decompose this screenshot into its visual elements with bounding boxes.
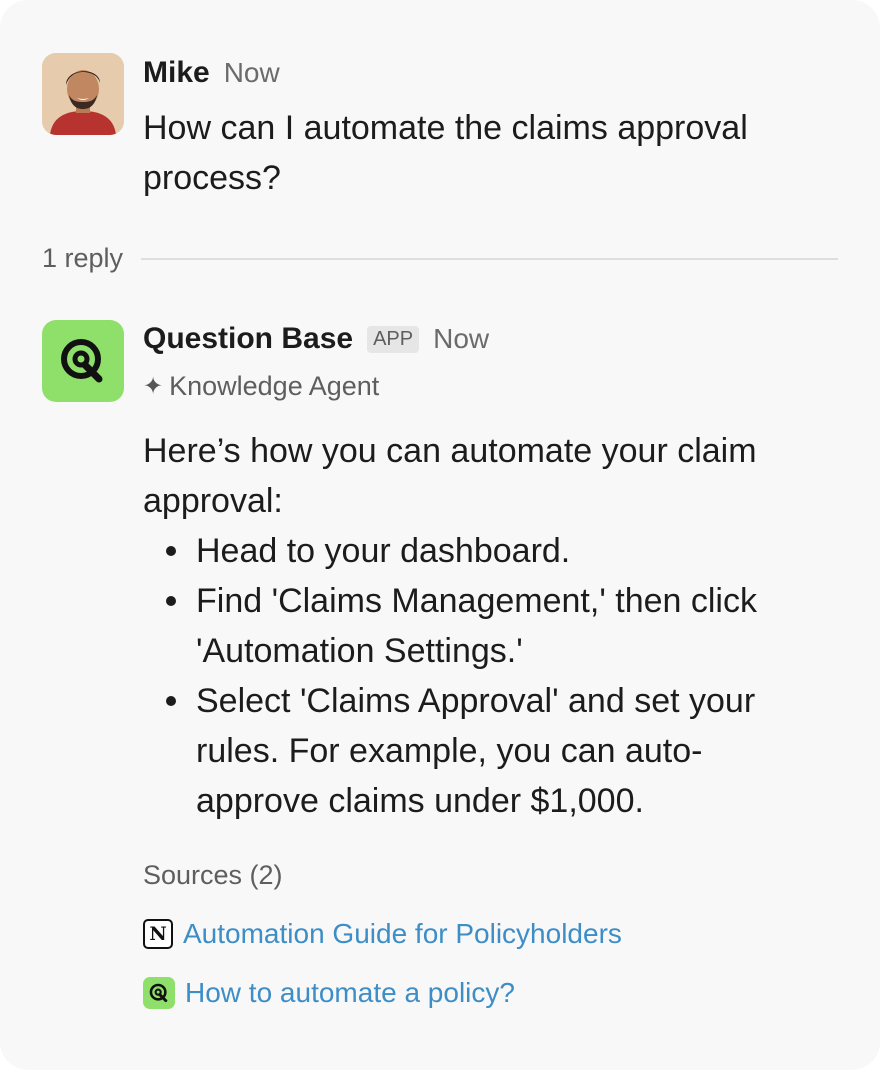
bot-message-header: Question Base APP Now [143,322,489,356]
list-item-line: Find 'Claims Management,' then click [196,582,757,620]
notion-icon: N [143,919,173,949]
thread-card: Mike Now How can I automate the claims a… [0,0,880,1070]
app-badge: APP [367,325,420,353]
source-item-notion[interactable]: N Automation Guide for Policyholders [143,918,622,950]
user-message-text: How can I automate the claims approval p… [143,103,748,203]
list-item: Find 'Claims Management,' then click 'Au… [166,576,843,676]
sender-name[interactable]: Mike [143,56,210,90]
message-timestamp[interactable]: Now [224,57,280,89]
list-item: Head to your dashboard. [166,526,843,576]
question-base-avatar[interactable] [42,320,124,402]
source-link[interactable]: How to automate a policy? [185,977,515,1009]
user-message-line: process? [143,159,281,197]
divider-line [141,257,838,260]
agent-label: Knowledge Agent [169,371,380,401]
source-link[interactable]: Automation Guide for Policyholders [183,918,622,950]
bot-message-timestamp[interactable]: Now [433,323,489,355]
bot-intro-line: approval: [143,482,283,520]
steps-list: Head to your dashboard. Find 'Claims Man… [143,526,843,826]
list-item-line: 'Automation Settings.' [196,632,523,670]
reply-count[interactable]: 1 reply [42,243,123,274]
sparkle-icon: ✦ [143,373,164,400]
list-item: Select 'Claims Approval' and set your ru… [166,676,843,826]
list-item-line: Head to your dashboard. [196,532,571,570]
source-item-question-base[interactable]: How to automate a policy? [143,977,515,1009]
bot-message-body: Here’s how you can automate your claim a… [143,426,843,826]
thread-reply-divider: 1 reply [42,243,838,274]
bot-intro-line: Here’s how you can automate your claim [143,432,757,470]
bot-subtitle: ✦ Knowledge Agent [143,371,379,402]
question-base-icon [143,977,175,1009]
question-base-logo-icon [61,339,103,383]
list-item-line: approve claims under $1,000. [196,782,644,820]
bot-sender-name[interactable]: Question Base [143,322,353,356]
user-message-header: Mike Now [143,56,280,90]
list-item-line: Select 'Claims Approval' and set your [196,682,756,720]
sources-heading: Sources (2) [143,860,283,890]
user-message-line: How can I automate the claims approval [143,109,748,147]
list-item-line: rules. For example, you can auto- [196,732,703,770]
bot-intro-text: Here’s how you can automate your claim a… [143,426,843,526]
user-avatar[interactable] [42,53,124,135]
